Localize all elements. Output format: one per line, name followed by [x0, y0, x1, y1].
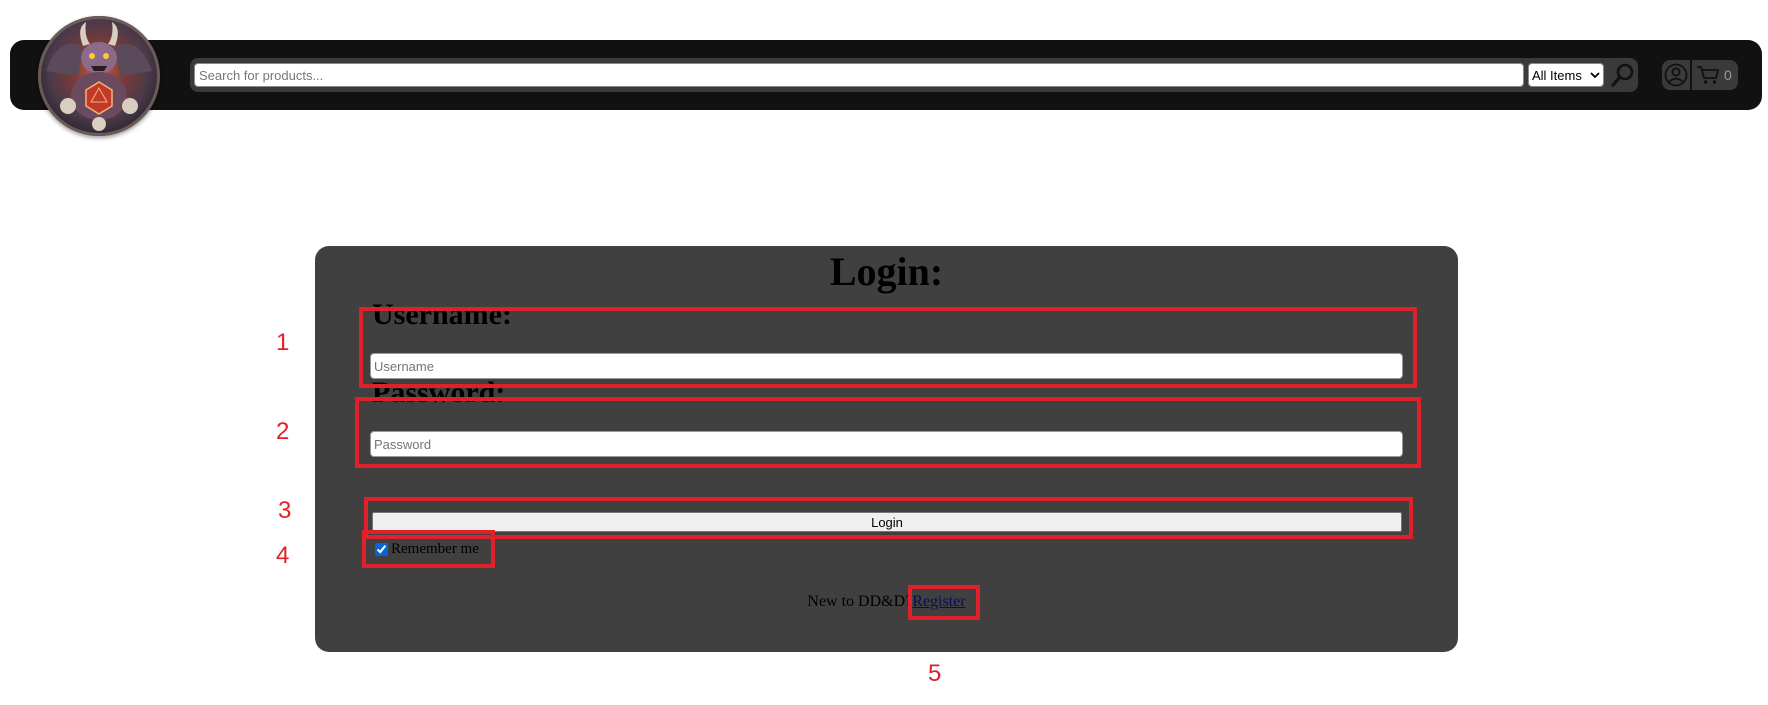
annotation-box-password	[355, 397, 1421, 468]
annotation-box-remember-me	[362, 530, 495, 568]
login-title: Login:	[829, 249, 944, 294]
register-prompt-row: New to DD&D?Register	[315, 593, 1458, 611]
register-prompt-text: New to DD&D?	[807, 593, 913, 610]
annotation-number-5: 5	[928, 660, 942, 687]
magnifier-icon	[1611, 63, 1634, 87]
annotation-box-username	[359, 307, 1417, 388]
search-button[interactable]	[1608, 60, 1638, 90]
cart-button[interactable]: 0	[1692, 60, 1738, 90]
search-input[interactable]	[194, 63, 1524, 87]
user-circle-icon	[1664, 63, 1688, 87]
annotation-number-4: 4	[276, 542, 290, 569]
category-select[interactable]: All Items	[1528, 63, 1604, 87]
annotation-box-register	[908, 585, 980, 620]
annotation-number-3: 3	[278, 497, 292, 524]
search-bar: All Items	[190, 58, 1638, 92]
cart-count-badge: 0	[1724, 67, 1732, 83]
annotation-number-2: 2	[276, 418, 290, 445]
chevron-down-icon	[1590, 72, 1600, 79]
category-select-value: All Items	[1532, 67, 1582, 83]
annotation-box-login-button	[364, 497, 1413, 539]
annotation-number-1: 1	[276, 329, 290, 356]
account-button[interactable]	[1662, 60, 1690, 90]
shopping-cart-icon	[1697, 66, 1719, 84]
site-logo[interactable]	[38, 16, 160, 136]
demon-emblem-icon	[46, 22, 152, 131]
